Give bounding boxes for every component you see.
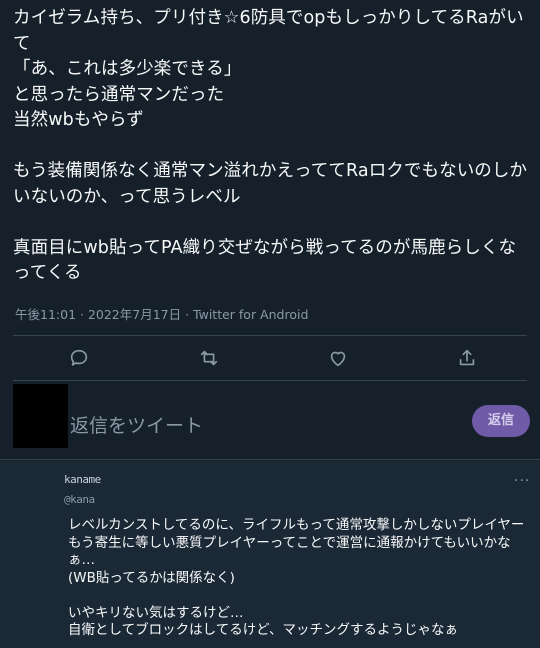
divider — [13, 380, 527, 381]
retweet-icon[interactable] — [198, 347, 222, 371]
action-bar — [0, 343, 540, 375]
reply-input[interactable]: 返信をツイート — [70, 411, 203, 438]
more-options-icon[interactable]: ··· — [514, 473, 530, 489]
reply-tweet[interactable]: kaname @kana ··· レベルカンストしてるのに、ライフルもって通常攻… — [0, 461, 540, 648]
reply-author-name[interactable]: kaname — [64, 473, 101, 486]
reply-icon[interactable] — [68, 347, 92, 371]
reply-composer: 返信をツイート 返信 — [0, 384, 540, 456]
share-icon[interactable] — [456, 347, 480, 371]
like-icon[interactable] — [327, 347, 351, 371]
divider — [0, 459, 540, 460]
tweet-timestamp[interactable]: 午後11:01 · 2022年7月17日 · Twitter for Andro… — [15, 304, 308, 323]
tweet-text: カイゼラム持ち、プリ付き☆6防具でopもしっかりしてるRaがいて 「あ、これは多… — [13, 8, 528, 283]
reply-author-handle[interactable]: @kana — [64, 493, 95, 506]
avatar — [13, 384, 68, 448]
reply-button[interactable]: 返信 — [472, 405, 530, 437]
reply-text: レベルカンストしてるのに、ライフルもって通常攻撃しかしないプレイヤーもう寄生に等… — [68, 517, 525, 638]
divider — [13, 335, 527, 336]
